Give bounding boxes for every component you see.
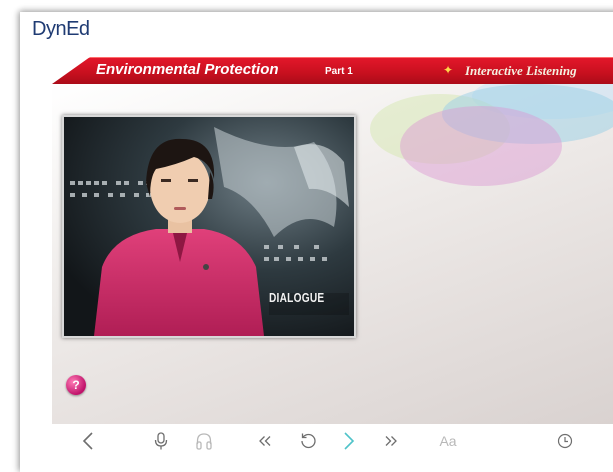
bottom-toolbar: [52, 424, 613, 460]
next-button[interactable]: [340, 427, 358, 455]
repeat-icon: [301, 433, 316, 449]
star-icon: ✦: [443, 63, 454, 77]
repeat-button[interactable]: [298, 427, 318, 455]
video-caption: DIALOGUE: [269, 290, 325, 305]
clock-icon: [557, 433, 573, 449]
help-button[interactable]: ?: [66, 375, 86, 395]
chevron-right-icon: [344, 432, 355, 450]
timer-button[interactable]: [555, 427, 575, 455]
record-button[interactable]: [152, 427, 170, 455]
chevron-left-icon: [82, 432, 93, 450]
banner-notch: [52, 57, 90, 84]
dyned-logo: DynEd: [32, 18, 90, 40]
rewind-button[interactable]: [256, 427, 274, 455]
headphones-icon: [196, 433, 212, 450]
back-button[interactable]: [78, 427, 98, 455]
double-chevron-right-icon: [385, 436, 397, 446]
listen-button[interactable]: [194, 427, 214, 455]
double-chevron-left-icon: [259, 436, 271, 446]
lesson-part: Part 1: [325, 66, 353, 77]
font-size-button[interactable]: Aa: [436, 427, 460, 455]
microphone-icon: [154, 432, 168, 450]
lesson-title: Environmental Protection: [96, 61, 279, 78]
module-name: Interactive Listening: [465, 63, 577, 78]
fast-forward-button[interactable]: [382, 427, 400, 455]
decor-bubble: [400, 106, 562, 186]
